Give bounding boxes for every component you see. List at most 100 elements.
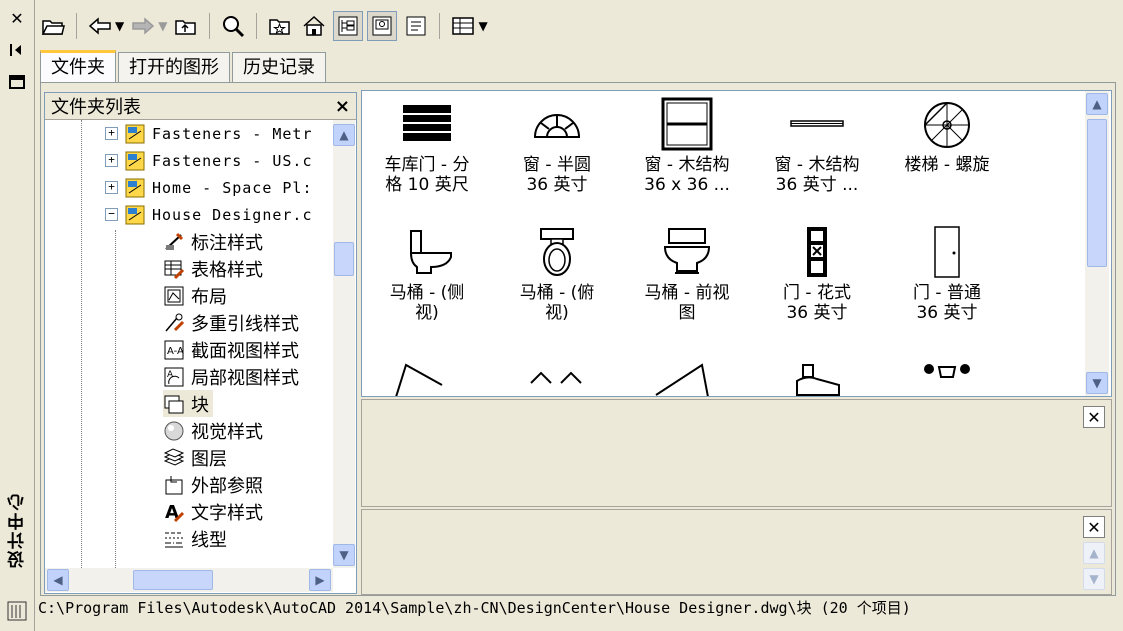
collapse-icon[interactable]: −	[105, 208, 118, 221]
block-item[interactable]: 车库门 - 分 格 10 英尺	[362, 97, 492, 195]
preview-pane: ✕	[361, 399, 1112, 507]
tree-item-layouts[interactable]: 布局	[163, 282, 227, 309]
scroll-thumb[interactable]	[133, 570, 213, 590]
tree-vertical-scrollbar[interactable]: ▲ ▼	[333, 120, 355, 568]
tree-item-visual-styles[interactable]: 视觉样式	[163, 417, 263, 444]
scroll-down-icon[interactable]: ▼	[333, 544, 355, 566]
block-thumbnail[interactable]	[392, 359, 452, 397]
svg-text:A-A: A-A	[167, 346, 184, 357]
drawing-file-icon	[125, 178, 145, 197]
tab-open-drawings[interactable]: 打开的图形	[118, 52, 230, 83]
scroll-left-icon[interactable]: ◀	[47, 569, 69, 591]
tab-history[interactable]: 历史记录	[232, 52, 326, 83]
scroll-right-icon[interactable]: ▶	[309, 569, 331, 591]
dimension-style-icon	[165, 232, 184, 250]
scroll-up-icon[interactable]: ▲	[333, 124, 355, 146]
garage-door-icon	[403, 105, 451, 141]
palette-title-bar[interactable]: ✕ 设计中心	[0, 0, 35, 631]
scroll-thumb[interactable]	[1087, 119, 1107, 267]
tree-guide-line	[115, 230, 116, 568]
description-pane: ✕ ▲ ▼	[361, 509, 1112, 595]
block-thumbnail[interactable]	[917, 359, 977, 389]
tree-item-fasteners-us[interactable]: + Fasteners - US.c	[105, 147, 313, 174]
table-style-icon	[164, 260, 185, 279]
home-icon[interactable]	[299, 11, 329, 41]
close-icon[interactable]: ✕	[7, 8, 27, 28]
block-item[interactable]: 窗 - 木结构 36 x 36 ...	[622, 97, 752, 195]
favorites-icon[interactable]	[265, 11, 295, 41]
xref-icon	[165, 475, 183, 494]
content-vertical-scrollbar[interactable]: ▲ ▼	[1085, 91, 1109, 396]
tab-folders[interactable]: 文件夹	[40, 50, 116, 83]
expand-icon[interactable]: +	[105, 127, 118, 140]
block-item[interactable]: 马桶 - (俯 视)	[492, 225, 622, 323]
block-item[interactable]: 楼梯 - 螺旋	[882, 97, 1012, 175]
tree-item-detail-view-styles[interactable]: A 局部视图样式	[163, 363, 299, 390]
palette-grip-icon[interactable]	[6, 600, 28, 622]
drawing-file-icon	[125, 205, 145, 224]
forward-icon[interactable]	[128, 11, 158, 41]
properties-icon[interactable]	[7, 72, 27, 92]
layout-icon	[164, 286, 184, 305]
up-icon[interactable]	[171, 11, 201, 41]
tree-item-blocks[interactable]: 块	[163, 390, 213, 417]
block-thumbnail[interactable]	[527, 367, 587, 397]
tree-view-toggle-icon[interactable]	[333, 11, 364, 41]
tree-item-multileader-styles[interactable]: 多重引线样式	[163, 309, 299, 336]
layer-icon	[163, 447, 185, 466]
block-item[interactable]: 门 - 普通 36 英寸	[882, 225, 1012, 323]
load-icon[interactable]	[38, 11, 68, 41]
tree-horizontal-scrollbar[interactable]: ◀ ▶	[45, 568, 333, 592]
wood-window-plan-icon	[790, 120, 844, 127]
block-icon	[164, 395, 184, 413]
forward-dropdown-icon[interactable]: ▼	[158, 19, 167, 33]
block-item[interactable]: 窗 - 半圆 36 英寸	[492, 97, 622, 195]
expand-icon[interactable]: +	[105, 181, 118, 194]
tree-close-icon[interactable]: ×	[335, 96, 350, 117]
back-dropdown-icon[interactable]: ▼	[115, 19, 124, 33]
tree-item-dimension-styles[interactable]: 标注样式	[163, 228, 263, 255]
block-item[interactable]: 窗 - 木结构 36 英寸 ...	[752, 97, 882, 195]
door-icon	[934, 226, 960, 278]
design-center-window: ✕ 设计中心 ▼ ▼ ▼ 文件夹 打开的图形 历史记录 文件夹列表 × + Fa…	[0, 0, 1123, 631]
description-toggle-icon[interactable]	[401, 11, 431, 41]
tree-item-section-view-styles[interactable]: A-A 截面视图样式	[163, 336, 299, 363]
back-icon[interactable]	[85, 11, 115, 41]
block-item[interactable]: 马桶 - 前视 图	[622, 225, 752, 323]
detail-view-style-icon: A	[164, 367, 184, 386]
preview-toggle-icon[interactable]	[367, 11, 398, 41]
close-preview-icon[interactable]: ✕	[1083, 406, 1105, 428]
block-item[interactable]: 门 - 花式 36 英寸	[752, 225, 882, 323]
tab-strip: 文件夹 打开的图形 历史记录	[40, 50, 326, 83]
scroll-down-icon[interactable]: ▼	[1083, 568, 1105, 590]
block-item[interactable]: 马桶 - (侧 视)	[362, 225, 492, 323]
block-thumbnail[interactable]	[652, 359, 712, 397]
tree-item-table-styles[interactable]: 表格样式	[163, 255, 263, 282]
search-icon[interactable]	[218, 11, 248, 41]
views-icon[interactable]	[448, 11, 478, 41]
tree-item-layers[interactable]: 图层	[163, 444, 227, 471]
spiral-stair-icon	[924, 102, 970, 148]
tree-item-home-space-planner[interactable]: + Home - Space Pl:	[105, 174, 313, 201]
separator	[256, 13, 258, 39]
tree-header: 文件夹列表 ×	[45, 93, 356, 120]
close-description-icon[interactable]: ✕	[1083, 516, 1105, 538]
autohide-icon[interactable]	[7, 40, 27, 60]
scroll-up-icon[interactable]: ▲	[1086, 93, 1108, 115]
scroll-up-icon[interactable]: ▲	[1083, 542, 1105, 564]
scroll-thumb[interactable]	[334, 242, 354, 276]
views-dropdown-icon[interactable]: ▼	[478, 19, 487, 33]
tree-item-xrefs[interactable]: 外部参照	[163, 471, 263, 498]
text-style-icon: A	[165, 502, 185, 523]
scroll-down-icon[interactable]: ▼	[1086, 372, 1108, 394]
tree-body: + Fasteners - Metr + Fasteners - US.c + …	[45, 120, 335, 568]
tree-item-text-styles[interactable]: A 文字样式	[163, 498, 263, 525]
tree-item-linetypes[interactable]: 线型	[163, 525, 227, 552]
tree-item-fasteners-metric[interactable]: + Fasteners - Metr	[105, 120, 313, 147]
block-thumbnail[interactable]	[787, 357, 847, 397]
drawing-file-icon	[125, 124, 145, 143]
separator	[76, 13, 77, 39]
expand-icon[interactable]: +	[105, 154, 118, 167]
tree-item-house-designer[interactable]: − House Designer.c	[105, 201, 313, 228]
toilet-top-icon	[540, 228, 574, 276]
